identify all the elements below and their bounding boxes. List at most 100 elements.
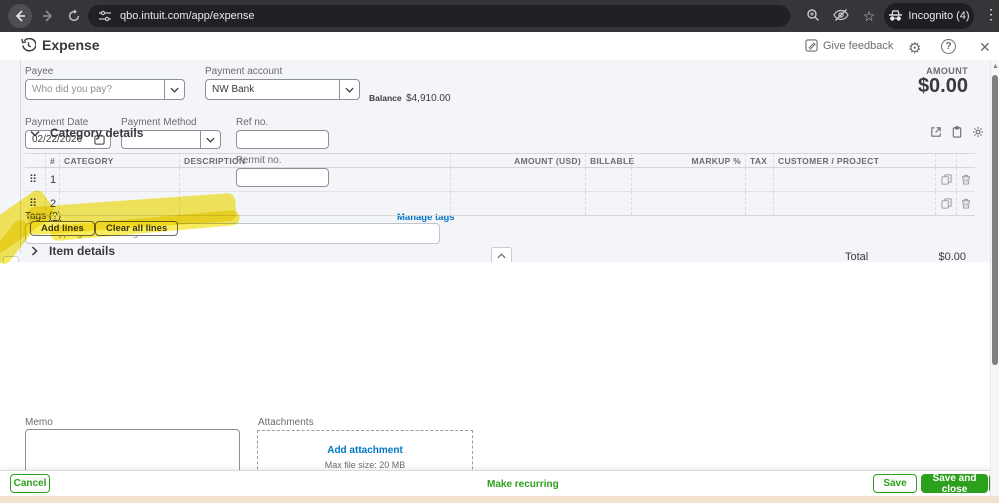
description-cell[interactable] — [179, 192, 450, 215]
markup-cell[interactable] — [631, 168, 745, 191]
left-divider — [20, 60, 21, 253]
bottom-strip — [0, 496, 999, 503]
category-cell[interactable] — [59, 168, 179, 191]
total-value: $0.00 — [938, 251, 966, 263]
back-button[interactable] — [8, 4, 32, 28]
add-lines-button[interactable]: Add lines — [30, 221, 95, 236]
chevron-up-icon — [497, 252, 506, 258]
category-cell[interactable] — [59, 192, 179, 215]
category-details-title: Category details — [50, 126, 144, 140]
drag-handle-icon[interactable]: ⠿ — [25, 192, 45, 215]
ref-no-input[interactable] — [237, 134, 328, 145]
chevron-down-icon — [339, 80, 359, 99]
site-settings-icon — [99, 10, 111, 22]
category-details-toggle[interactable]: Category details — [30, 126, 143, 140]
add-attachment-link[interactable]: Add attachment — [258, 445, 472, 456]
clipboard-icon[interactable] — [951, 126, 963, 138]
payee-label: Payee — [25, 66, 54, 77]
duplicate-row-icon[interactable] — [935, 168, 956, 191]
markup-cell[interactable] — [631, 192, 745, 215]
page-title: Expense — [42, 37, 100, 53]
payment-account-label: Payment account — [205, 66, 283, 77]
attachments-label: Attachments — [258, 417, 314, 428]
forward-arrow-icon — [43, 10, 53, 22]
tax-cell[interactable] — [745, 192, 773, 215]
table-row: ⠿ 1 — [25, 168, 975, 192]
scrollbar[interactable]: ▲ — [990, 60, 999, 496]
payee-input[interactable] — [26, 84, 164, 95]
export-icon[interactable] — [930, 126, 942, 138]
url-bar[interactable]: qbo.intuit.com/app/expense — [88, 5, 790, 27]
make-recurring-link[interactable]: Make recurring — [487, 479, 559, 490]
reload-button[interactable] — [62, 4, 86, 28]
expense-header: Expense Give feedback ⚙ ? ✕ — [0, 32, 999, 60]
scroll-up-arrow[interactable]: ▲ — [992, 63, 999, 70]
row-number: 1 — [45, 168, 59, 191]
screen: qbo.intuit.com/app/expense ☆ Incognito (… — [0, 0, 999, 503]
billable-cell[interactable] — [585, 168, 631, 191]
col-billable: BILLABLE — [585, 154, 634, 167]
save-and-close-button[interactable]: Save and close — [921, 473, 988, 495]
forward-button[interactable] — [36, 4, 60, 28]
back-arrow-icon — [15, 10, 25, 22]
customer-cell[interactable] — [773, 168, 935, 191]
scrollbar-thumb[interactable] — [992, 75, 998, 365]
incognito-icon — [889, 10, 903, 21]
category-tools — [930, 126, 984, 138]
col-amount: AMOUNT (USD) — [450, 154, 585, 167]
reload-icon — [68, 9, 80, 22]
col-tax: TAX — [745, 154, 773, 167]
memo-label: Memo — [25, 417, 53, 428]
help-icon[interactable]: ? — [941, 39, 956, 54]
description-cell[interactable] — [179, 168, 450, 191]
col-category: CATEGORY — [59, 154, 179, 167]
amount-cell[interactable] — [450, 168, 585, 191]
col-description: DESCRIPTION — [179, 154, 450, 167]
duplicate-row-icon[interactable] — [935, 192, 956, 215]
account-balance: Balance $4,910.00 — [369, 88, 451, 106]
chevron-down-icon — [200, 131, 220, 148]
amount-value: $0.00 — [917, 75, 968, 97]
col-num: # — [45, 154, 59, 167]
feedback-pencil-icon — [805, 39, 818, 52]
close-icon[interactable]: ✕ — [979, 39, 991, 56]
balance-label: Balance — [369, 93, 402, 103]
item-details-title: Item details — [49, 244, 116, 258]
clear-all-lines-button[interactable]: Clear all lines — [95, 221, 179, 236]
tax-cell[interactable] — [745, 168, 773, 191]
incognito-badge[interactable]: Incognito (4) — [884, 3, 974, 29]
amount-cell[interactable] — [450, 192, 585, 215]
history-clock-icon[interactable] — [21, 38, 36, 53]
col-customer: CUSTOMER / PROJECT — [773, 154, 935, 167]
payment-account-value: NW Bank — [212, 84, 255, 95]
zoom-icon[interactable] — [806, 8, 822, 24]
attachment-max-note: Max file size: 20 MB — [324, 460, 406, 470]
category-table: # CATEGORY DESCRIPTION AMOUNT (USD) BILL… — [25, 153, 975, 216]
chevron-right-icon — [31, 246, 38, 256]
bookmark-star-icon[interactable]: ☆ — [861, 8, 877, 24]
cancel-button[interactable]: Cancel — [10, 474, 50, 493]
url-text: qbo.intuit.com/app/expense — [120, 10, 255, 22]
incognito-label: Incognito (4) — [908, 10, 970, 22]
save-button[interactable]: Save — [873, 474, 917, 493]
password-eye-icon[interactable] — [833, 8, 849, 24]
settings-gear-icon[interactable]: ⚙ — [908, 39, 921, 57]
row-number: 2 — [45, 192, 59, 215]
browser-menu-icon[interactable]: ⋮ — [984, 6, 998, 23]
payee-select[interactable] — [25, 79, 185, 100]
give-feedback-button[interactable]: Give feedback — [805, 39, 893, 52]
chevron-down-icon — [30, 130, 40, 137]
give-feedback-label: Give feedback — [823, 39, 894, 52]
delete-row-icon[interactable] — [956, 192, 975, 215]
customer-cell[interactable] — [773, 192, 935, 215]
delete-row-icon[interactable] — [956, 168, 975, 191]
billable-cell[interactable] — [585, 192, 631, 215]
table-gear-icon[interactable] — [972, 126, 984, 138]
drag-handle-icon[interactable]: ⠿ — [25, 168, 45, 191]
col-markup: MARKUP % — [631, 154, 745, 167]
item-details-toggle[interactable]: Item details — [31, 244, 115, 258]
ref-no-label: Ref no. — [236, 117, 269, 128]
ref-no-field[interactable] — [236, 130, 329, 149]
expense-form: Payee Payment account NW Bank Balance $4… — [0, 60, 990, 503]
payment-account-select[interactable]: NW Bank — [205, 79, 360, 100]
